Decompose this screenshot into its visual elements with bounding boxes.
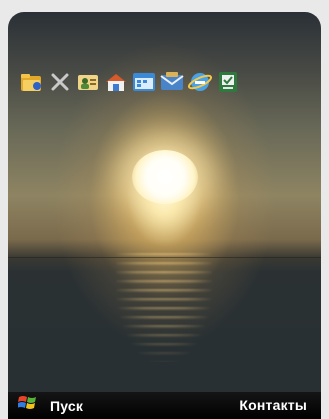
windows-flag-icon	[17, 393, 40, 418]
contacts-label: Контакты	[239, 396, 307, 413]
start-button[interactable]: Пуск	[8, 393, 83, 418]
start-label: Пуск	[50, 397, 84, 414]
quick-launch-icon-bar	[20, 64, 240, 100]
phone-device: Пуск Контакты	[0, 0, 329, 419]
messages-icon[interactable]	[160, 70, 184, 94]
internet-explorer-icon[interactable]	[188, 70, 212, 94]
sun	[132, 150, 198, 204]
home-network-icon[interactable]	[104, 70, 128, 94]
folder-app-icon[interactable]	[20, 70, 44, 94]
owner-info-icon[interactable]	[76, 70, 100, 94]
today-screen-wallpaper	[8, 12, 321, 411]
taskbar-softkeys: Пуск Контакты	[8, 392, 321, 419]
calendar-icon[interactable]	[132, 70, 156, 94]
close-x-icon[interactable]	[48, 70, 72, 94]
sun-reflection	[116, 252, 212, 362]
contacts-softkey[interactable]: Контакты	[239, 397, 321, 415]
tasks-icon[interactable]	[216, 70, 240, 94]
